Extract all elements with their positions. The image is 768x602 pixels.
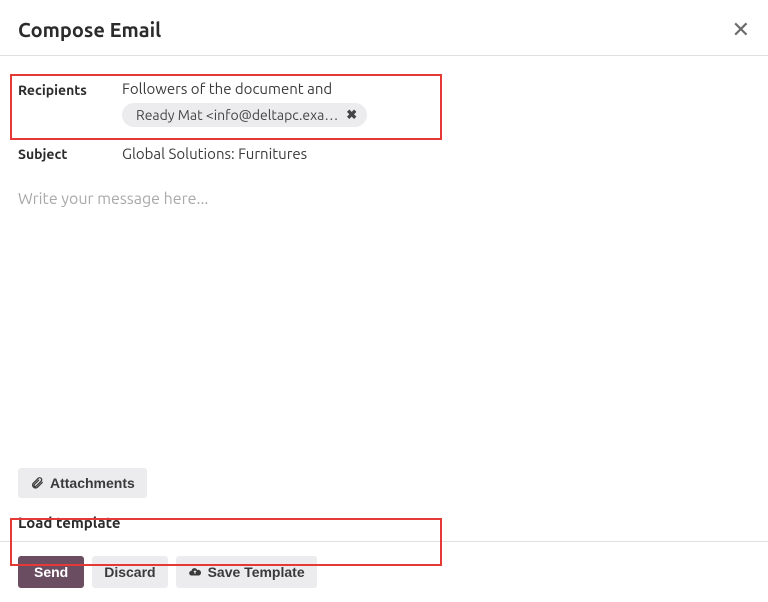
remove-recipient-icon[interactable]: ✖ <box>346 108 357 123</box>
recipients-row: Recipients Followers of the document and… <box>18 56 750 127</box>
attachments-row: Attachments <box>18 464 750 498</box>
subject-row: Subject Global Solutions: Furnitures <box>18 127 750 162</box>
save-template-button[interactable]: Save Template <box>176 556 317 588</box>
recipients-value[interactable]: Followers of the document and Ready Mat … <box>122 80 750 127</box>
recipients-followers-text: Followers of the document and <box>122 80 750 97</box>
message-area <box>18 190 750 464</box>
send-button[interactable]: Send <box>18 556 84 588</box>
paperclip-icon <box>30 476 44 490</box>
modal-title: Compose Email <box>18 18 161 41</box>
template-row: Load template <box>18 498 750 541</box>
attachments-button[interactable]: Attachments <box>18 468 147 498</box>
recipient-chip-text: Ready Mat <info@deltapc.exa… <box>136 107 338 123</box>
subject-label: Subject <box>18 144 122 162</box>
compose-email-modal: Compose Email ✕ Recipients Followers of … <box>0 0 768 602</box>
save-template-label: Save Template <box>208 564 305 580</box>
close-icon[interactable]: ✕ <box>732 19 750 41</box>
recipients-label: Recipients <box>18 80 122 98</box>
subject-input[interactable]: Global Solutions: Furnitures <box>122 143 750 162</box>
message-input[interactable] <box>18 190 750 464</box>
load-template-select[interactable]: Load template <box>18 514 750 531</box>
modal-body: Recipients Followers of the document and… <box>0 56 768 541</box>
attachments-label: Attachments <box>50 475 135 491</box>
cloud-upload-icon <box>188 565 202 579</box>
modal-header: Compose Email ✕ <box>0 0 768 56</box>
recipient-chip: Ready Mat <info@deltapc.exa… ✖ <box>122 103 367 127</box>
discard-button[interactable]: Discard <box>92 556 167 588</box>
modal-footer: Send Discard Save Template <box>0 541 768 602</box>
